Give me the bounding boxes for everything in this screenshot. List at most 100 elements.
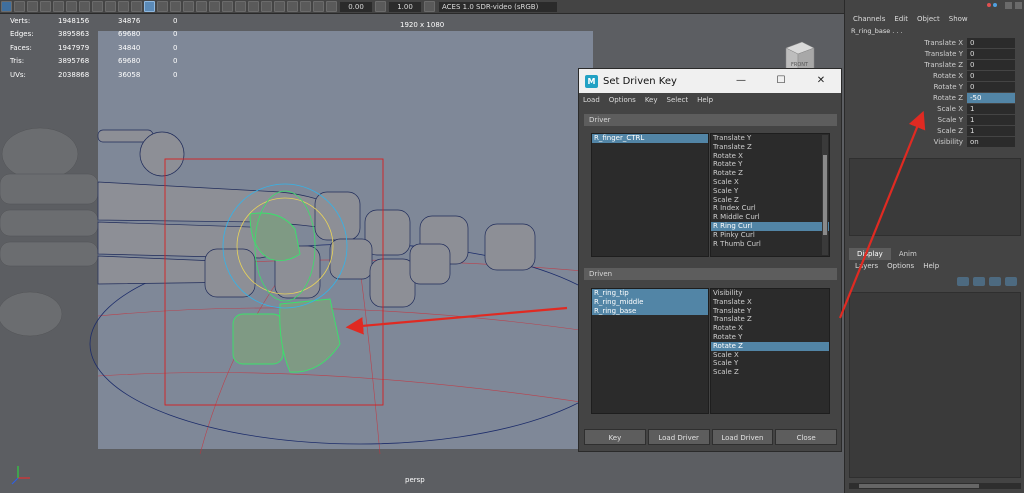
- channel-label[interactable]: Scale Y: [845, 116, 967, 124]
- list-item[interactable]: Translate Z: [711, 143, 829, 152]
- list-item[interactable]: Scale Z: [711, 368, 829, 377]
- channel-label[interactable]: Rotate X: [845, 72, 967, 80]
- list-item[interactable]: R Ring Curl: [711, 221, 829, 231]
- menu-key[interactable]: Key: [645, 96, 658, 104]
- driver-section-header[interactable]: Driver: [584, 114, 837, 126]
- load-driver-button[interactable]: Load Driver: [647, 429, 710, 445]
- default-material-icon[interactable]: [170, 1, 181, 12]
- list-item[interactable]: Translate Y: [711, 307, 829, 316]
- list-item[interactable]: R Middle Curl: [711, 213, 829, 222]
- list-item[interactable]: Rotate Y: [711, 160, 829, 169]
- maximize-button[interactable]: ☐: [761, 69, 801, 93]
- list-item[interactable]: Rotate Z: [711, 341, 829, 351]
- list-item[interactable]: Visibility: [711, 289, 829, 298]
- list-item[interactable]: Rotate X: [711, 152, 829, 161]
- grid-icon[interactable]: [53, 1, 64, 12]
- channel-label[interactable]: Visibility: [845, 138, 967, 146]
- menu-options[interactable]: Options: [609, 96, 636, 104]
- menu-layers[interactable]: Layers: [855, 262, 878, 270]
- list-item[interactable]: R_ring_tip: [592, 289, 708, 298]
- panel-toggle-icons[interactable]: [845, 0, 1024, 12]
- selected-object-name[interactable]: R_ring_base . . .: [845, 25, 1024, 37]
- horizontal-scrollbar[interactable]: [849, 483, 1021, 489]
- scrollbar-thumb[interactable]: [859, 484, 979, 488]
- channel-row[interactable]: Scale Y1: [845, 114, 1024, 125]
- channel-label[interactable]: Scale Z: [845, 127, 967, 135]
- list-item[interactable]: Rotate Z: [711, 169, 829, 178]
- menu-show[interactable]: Show: [949, 15, 968, 23]
- new-layer-from-selection-icon[interactable]: [1005, 277, 1017, 286]
- textured-icon[interactable]: [183, 1, 194, 12]
- list-item[interactable]: Rotate Y: [711, 333, 829, 342]
- driven-attribute-list[interactable]: Visibility Translate X Translate Y Trans…: [710, 288, 830, 414]
- list-item[interactable]: R Pinky Curl: [711, 231, 829, 240]
- select-camera-icon[interactable]: [1, 1, 12, 12]
- channel-row[interactable]: Scale X1: [845, 103, 1024, 114]
- bookmark-icon[interactable]: [27, 1, 38, 12]
- channel-value-field[interactable]: 0: [967, 81, 1015, 92]
- field-chart-icon[interactable]: [105, 1, 116, 12]
- image-plane-icon[interactable]: [40, 1, 51, 12]
- xray-joints-icon[interactable]: [300, 1, 311, 12]
- channel-label[interactable]: Scale X: [845, 105, 967, 113]
- channel-label[interactable]: Translate X: [845, 39, 967, 47]
- tab-display[interactable]: Display: [849, 248, 891, 260]
- camera-attributes-icon[interactable]: [14, 1, 25, 12]
- move-layer-down-icon[interactable]: [973, 277, 985, 286]
- gate-mask-icon[interactable]: [92, 1, 103, 12]
- channel-row[interactable]: Scale Z1: [845, 125, 1024, 136]
- channel-value-field[interactable]: -50: [967, 92, 1015, 103]
- list-item[interactable]: Scale X: [711, 178, 829, 187]
- driven-object-list[interactable]: R_ring_tip R_ring_middle R_ring_base: [591, 288, 709, 414]
- close-button[interactable]: Close: [775, 429, 837, 445]
- new-layer-icon[interactable]: [989, 277, 1001, 286]
- channel-value-field[interactable]: 0: [967, 70, 1015, 81]
- exposure-field[interactable]: 0.00: [340, 1, 372, 12]
- menu-object[interactable]: Object: [917, 15, 940, 23]
- menu-layer-options[interactable]: Options: [887, 262, 914, 270]
- channel-value-field[interactable]: on: [967, 136, 1015, 147]
- channel-row[interactable]: Rotate Z -50: [845, 92, 1024, 103]
- driven-section-header[interactable]: Driven: [584, 268, 837, 280]
- channel-value-field[interactable]: 0: [967, 37, 1015, 48]
- channel-row[interactable]: Rotate X0: [845, 70, 1024, 81]
- gamma-icon[interactable]: [375, 1, 386, 12]
- channel-row[interactable]: Translate X0: [845, 37, 1024, 48]
- ambient-occlusion-icon[interactable]: [222, 1, 233, 12]
- view-transform-icon[interactable]: [424, 1, 435, 12]
- anti-aliasing-icon[interactable]: [248, 1, 259, 12]
- menu-load[interactable]: Load: [583, 96, 600, 104]
- list-item[interactable]: R Index Curl: [711, 204, 829, 213]
- channel-value-field[interactable]: 1: [967, 125, 1015, 136]
- channel-row[interactable]: Translate Z0: [845, 59, 1024, 70]
- layer-list[interactable]: [849, 292, 1021, 478]
- list-item[interactable]: Translate X: [711, 298, 829, 307]
- channel-row[interactable]: Translate Y0: [845, 48, 1024, 59]
- close-icon[interactable]: ✕: [801, 69, 841, 93]
- list-item[interactable]: Scale Y: [711, 359, 829, 368]
- wireframe-icon[interactable]: [144, 1, 155, 12]
- tab-anim[interactable]: Anim: [891, 248, 925, 260]
- channel-row[interactable]: Rotate Y0: [845, 81, 1024, 92]
- shadows-icon[interactable]: [209, 1, 220, 12]
- gamma-field[interactable]: 1.00: [389, 1, 421, 12]
- list-item[interactable]: Scale Y: [711, 187, 829, 196]
- channel-value-field[interactable]: 1: [967, 114, 1015, 125]
- menu-edit[interactable]: Edit: [894, 15, 908, 23]
- list-item[interactable]: R Thumb Curl: [711, 240, 829, 249]
- resolution-gate-icon[interactable]: [79, 1, 90, 12]
- lights-icon[interactable]: [196, 1, 207, 12]
- channel-label[interactable]: Translate Y: [845, 50, 967, 58]
- driver-attr-scrollbar[interactable]: [822, 135, 828, 255]
- driver-object-list[interactable]: R_finger_CTRL: [591, 133, 709, 257]
- channel-value-field[interactable]: 0: [967, 48, 1015, 59]
- menu-select[interactable]: Select: [667, 96, 689, 104]
- list-item[interactable]: R_finger_CTRL: [592, 134, 708, 143]
- load-driven-button[interactable]: Load Driven: [711, 429, 774, 445]
- smooth-shade-icon[interactable]: [157, 1, 168, 12]
- xray-components-icon[interactable]: [313, 1, 324, 12]
- menu-channels[interactable]: Channels: [853, 15, 885, 23]
- list-item[interactable]: R_ring_base: [592, 306, 708, 316]
- isolate-select-icon[interactable]: [274, 1, 285, 12]
- scrollbar-thumb[interactable]: [823, 155, 827, 235]
